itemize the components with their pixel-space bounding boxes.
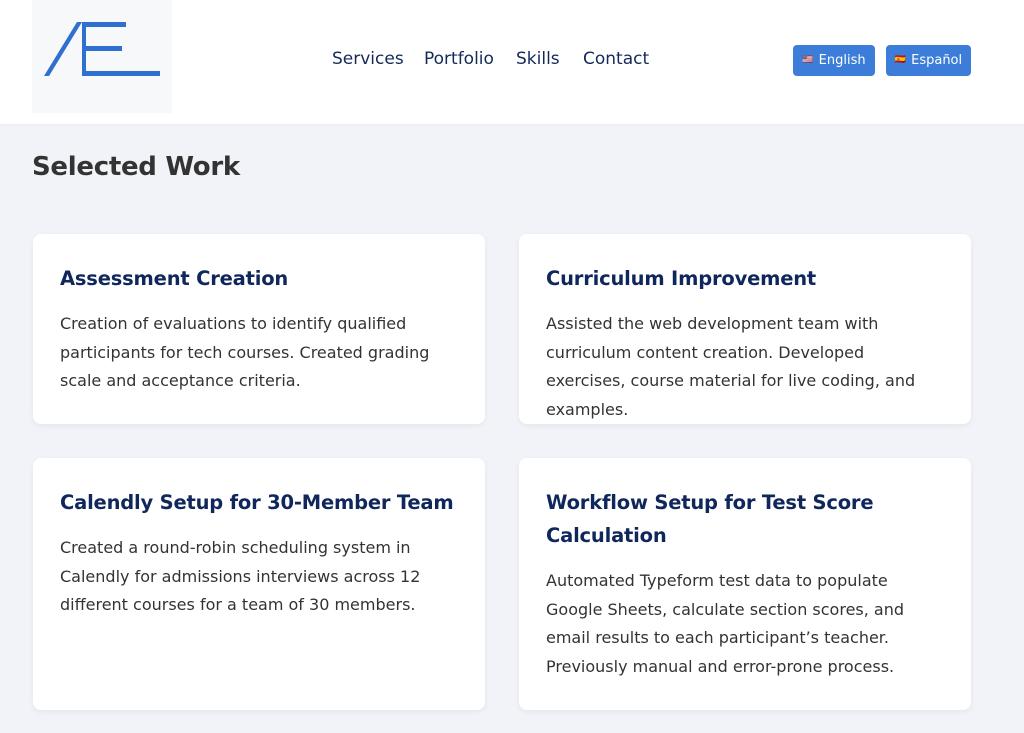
english-label: English [818, 53, 866, 68]
nav-link-contact[interactable]: Contact [583, 49, 649, 69]
card-description: Creation of evaluations to identify qual… [60, 314, 430, 390]
card-title: Workflow Setup for Test Score Calculatio… [546, 491, 874, 547]
nav-link-services[interactable]: Services [332, 49, 404, 69]
us-flag-icon: 🇺🇸 [802, 55, 814, 65]
card-description: Assisted the web development team with c… [546, 314, 916, 419]
portfolio-card-workflow-setup[interactable]: Workflow Setup for Test Score Calculatio… [519, 458, 971, 710]
english-language-button[interactable]: 🇺🇸 English [793, 45, 875, 76]
card-description: Created a round-robin scheduling system … [60, 538, 421, 614]
portfolio-card-curriculum-improvement[interactable]: Curriculum Improvement Assisted the web … [519, 234, 971, 424]
spanish-label: Español [911, 53, 963, 68]
site-header: Services Portfolio Skills Contact 🇺🇸 Eng… [0, 0, 1024, 124]
portfolio-card-assessment-creation[interactable]: Assessment Creation Creation of evaluati… [33, 234, 485, 424]
nav-link-skills[interactable]: Skills [516, 49, 560, 69]
spain-flag-icon: 🇪🇸 [894, 55, 907, 65]
spanish-language-button[interactable]: 🇪🇸 Español [886, 45, 971, 76]
nav-link-portfolio[interactable]: Portfolio [424, 49, 494, 69]
portfolio-card-calendly-setup[interactable]: Calendly Setup for 30-Member Team Create… [33, 458, 485, 710]
card-title: Calendly Setup for 30-Member Team [60, 491, 454, 514]
card-description: Automated Typeform test data to populate… [546, 571, 905, 676]
section-title: Selected Work [32, 152, 240, 182]
card-title: Curriculum Improvement [546, 267, 817, 290]
card-title: Assessment Creation [60, 267, 289, 290]
